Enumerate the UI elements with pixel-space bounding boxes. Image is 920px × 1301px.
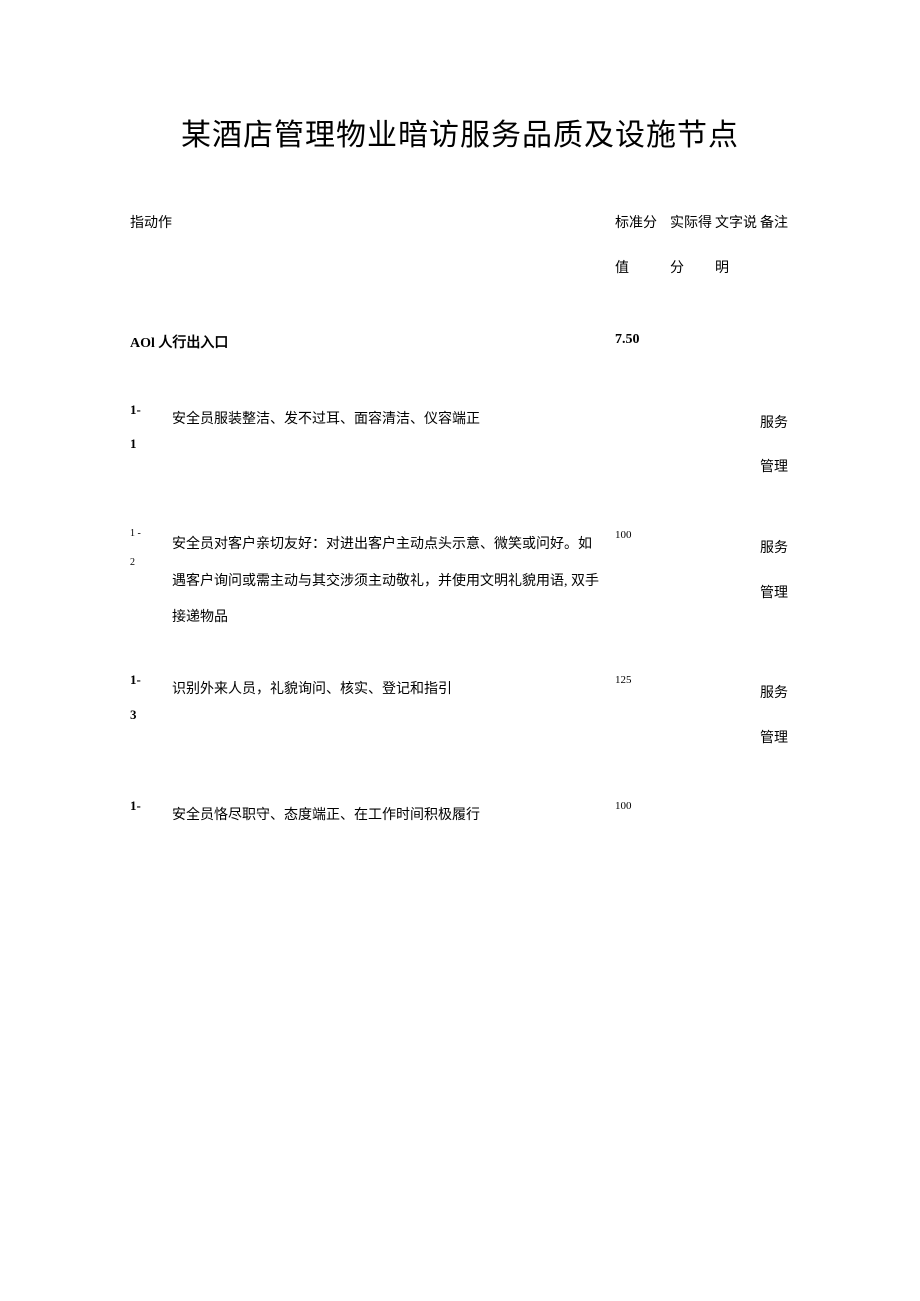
row-desc: 安全员服装整洁、发不过耳、面容清洁、仪容端正 [172,402,615,438]
header-actual: 实际得分 [670,202,715,292]
section-score: 7.50 [615,332,670,348]
table-row: 1 - 2 安全员对客户亲切友好：对进出客户主动点头示意、微笑或问好。如遇客户询… [130,527,790,636]
row-desc: 安全员恪尽职守、态度端正、在工作时间积极履行 [172,798,615,834]
row-index: 1- 3 [130,672,172,724]
table-row: 1- 3 识别外来人员，礼貌询问、核实、登记和指引 125 服务管理 [130,672,790,762]
table-row: 1- 安全员恪尽职守、态度端正、在工作时间积极履行 100 [130,798,790,834]
row-score: 100 [615,527,670,541]
row-remark: 服务管理 [760,672,790,762]
row-remark: 服务管理 [760,402,790,492]
page-title: 某酒店管理物业暗访服务品质及设施节点 [130,110,790,154]
table-header: 指动作 标准分值 实际得分 文字说明 备注 [130,202,790,292]
row-index-2: 1 [130,436,172,453]
row-score: 125 [615,672,670,686]
table-row: 1- 1 安全员服装整洁、发不过耳、面容清洁、仪容端正 服务管理 [130,402,790,492]
row-remark: 服务管理 [760,527,790,617]
section-title: AOl 人行出入口 [130,332,615,352]
header-index: 指动作 [130,202,172,247]
row-index-1: 1 - [130,527,172,540]
header-text-desc: 文字说明 [715,202,760,292]
row-index: 1- 1 [130,402,172,454]
row-index-2: 2 [130,556,172,569]
row-index-1: 1- [130,402,172,419]
row-desc: 识别外来人员，礼貌询问、核实、登记和指引 [172,672,615,708]
row-index: 1 - 2 [130,527,172,569]
header-remark: 备注 [760,202,790,247]
section-header: AOl 人行出入口 7.50 [130,332,790,352]
row-score: 100 [615,798,670,812]
header-score: 标准分值 [615,202,670,292]
row-desc: 安全员对客户亲切友好：对进出客户主动点头示意、微笑或问好。如遇客户询问或需主动与… [172,527,615,636]
row-index-2: 3 [130,707,172,724]
row-index-1: 1- [130,672,172,689]
row-index-1: 1- [130,798,172,815]
row-score [615,402,670,404]
row-index: 1- [130,798,172,833]
